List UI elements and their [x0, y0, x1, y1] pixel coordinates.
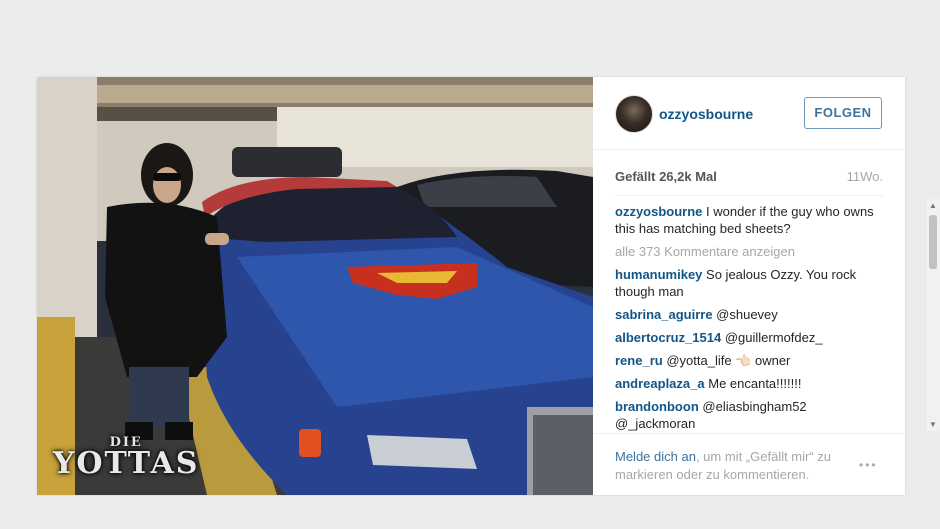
- instagram-post-card: DIE YOTTAS ozzyosbourne FOLGEN Gefällt 2…: [37, 77, 940, 496]
- channel-watermark: DIE YOTTAS: [53, 436, 200, 481]
- login-link[interactable]: Melde dich an: [615, 449, 696, 464]
- likes-count[interactable]: Gefällt 26,2k Mal: [615, 169, 717, 184]
- comment-text: Me encanta!!!!!!!: [708, 376, 802, 391]
- post-header: ozzyosbourne FOLGEN: [593, 77, 905, 150]
- post-sidebar: ozzyosbourne FOLGEN Gefällt 26,2k Mal 11…: [593, 77, 940, 496]
- comment-user[interactable]: humanumikey: [615, 267, 702, 282]
- comment-text: @shuevey: [716, 307, 778, 322]
- comment-user[interactable]: brandonboon: [615, 399, 699, 414]
- likes-row: Gefällt 26,2k Mal 11Wo.: [615, 169, 883, 184]
- list-item: rene_ru @yotta_life 👈🏻 owner: [615, 352, 883, 369]
- follow-button[interactable]: FOLGEN: [804, 97, 882, 129]
- comments-list: ozzyosbourne I wonder if the guy who own…: [615, 203, 883, 431]
- photo-illustration: [37, 77, 593, 495]
- comments-scrollbar[interactable]: ▲ ▼: [925, 199, 940, 431]
- view-all-comments-link[interactable]: alle 373 Kommentare anzeigen: [615, 243, 883, 260]
- comment-user[interactable]: ozzyosbourne: [615, 204, 702, 219]
- scroll-down-icon[interactable]: ▼: [929, 420, 937, 429]
- list-item: brandonboon @eliasbingham52 @_jackmoran: [615, 398, 883, 431]
- list-item: sabrina_aguirre @shuevey: [615, 306, 883, 323]
- post-age[interactable]: 11Wo.: [847, 169, 883, 184]
- comment-user[interactable]: sabrina_aguirre: [615, 307, 713, 322]
- scrollbar-thumb[interactable]: [929, 215, 937, 269]
- comment-user[interactable]: andreaplaza_a: [615, 376, 705, 391]
- post-photo[interactable]: DIE YOTTAS: [37, 77, 593, 495]
- post-username[interactable]: ozzyosbourne: [659, 106, 753, 122]
- list-item: albertocruz_1514 @guillermofdez_: [615, 329, 883, 346]
- watermark-big: YOTTAS: [53, 446, 200, 481]
- comment-user[interactable]: rene_ru: [615, 353, 663, 368]
- scroll-up-icon[interactable]: ▲: [929, 201, 937, 210]
- list-item: humanumikey So jealous Ozzy. You rock th…: [615, 266, 883, 300]
- list-item: andreaplaza_a Me encanta!!!!!!!: [615, 375, 883, 392]
- post-footer: Melde dich an, um mit „Gefällt mir“ zu m…: [593, 433, 905, 496]
- comment-user[interactable]: albertocruz_1514: [615, 330, 721, 345]
- avatar[interactable]: [615, 95, 653, 133]
- divider: [615, 195, 883, 196]
- list-item: ozzyosbourne I wonder if the guy who own…: [615, 203, 883, 237]
- ellipsis-icon[interactable]: •••: [859, 458, 878, 472]
- login-prompt: Melde dich an, um mit „Gefällt mir“ zu m…: [615, 448, 855, 484]
- comment-text: @yotta_life 👈🏻 owner: [666, 353, 791, 368]
- comment-text: @guillermofdez_: [724, 330, 823, 345]
